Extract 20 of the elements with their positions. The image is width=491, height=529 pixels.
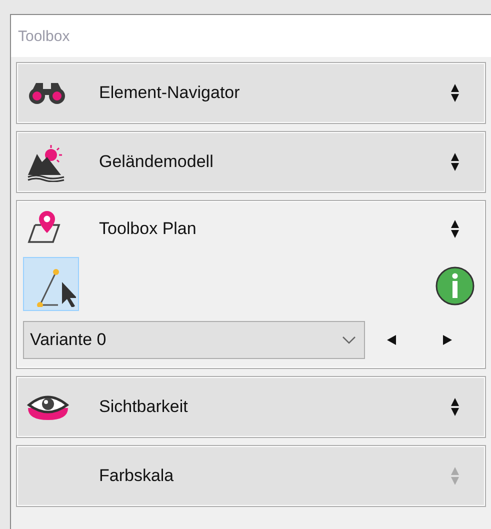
select-tool-button[interactable] — [23, 257, 79, 311]
sort-arrows-icon — [450, 83, 460, 103]
panel-title: Sichtbarkeit — [99, 397, 189, 417]
triangle-right-icon — [442, 335, 452, 345]
sort-arrows-icon — [450, 466, 460, 486]
panel-title: Toolbox Plan — [99, 219, 198, 239]
panel-title: Geländemodell — [99, 152, 214, 172]
sort-arrows-icon — [450, 219, 460, 239]
info-button[interactable] — [435, 266, 475, 306]
sort-arrows-icon — [450, 152, 460, 172]
chevron-down-icon — [342, 336, 356, 344]
variant-dropdown[interactable]: Variante 0 — [23, 321, 365, 359]
info-icon — [435, 266, 475, 306]
panel-title: Element-Navigator — [99, 83, 241, 103]
panel-title: Farbskala — [99, 466, 175, 486]
mountain-sun-icon — [27, 142, 67, 182]
binoculars-icon — [27, 81, 67, 105]
window-title: Toolbox — [18, 28, 70, 44]
triangle-left-icon — [387, 335, 398, 345]
sort-arrows-icon — [450, 397, 460, 417]
